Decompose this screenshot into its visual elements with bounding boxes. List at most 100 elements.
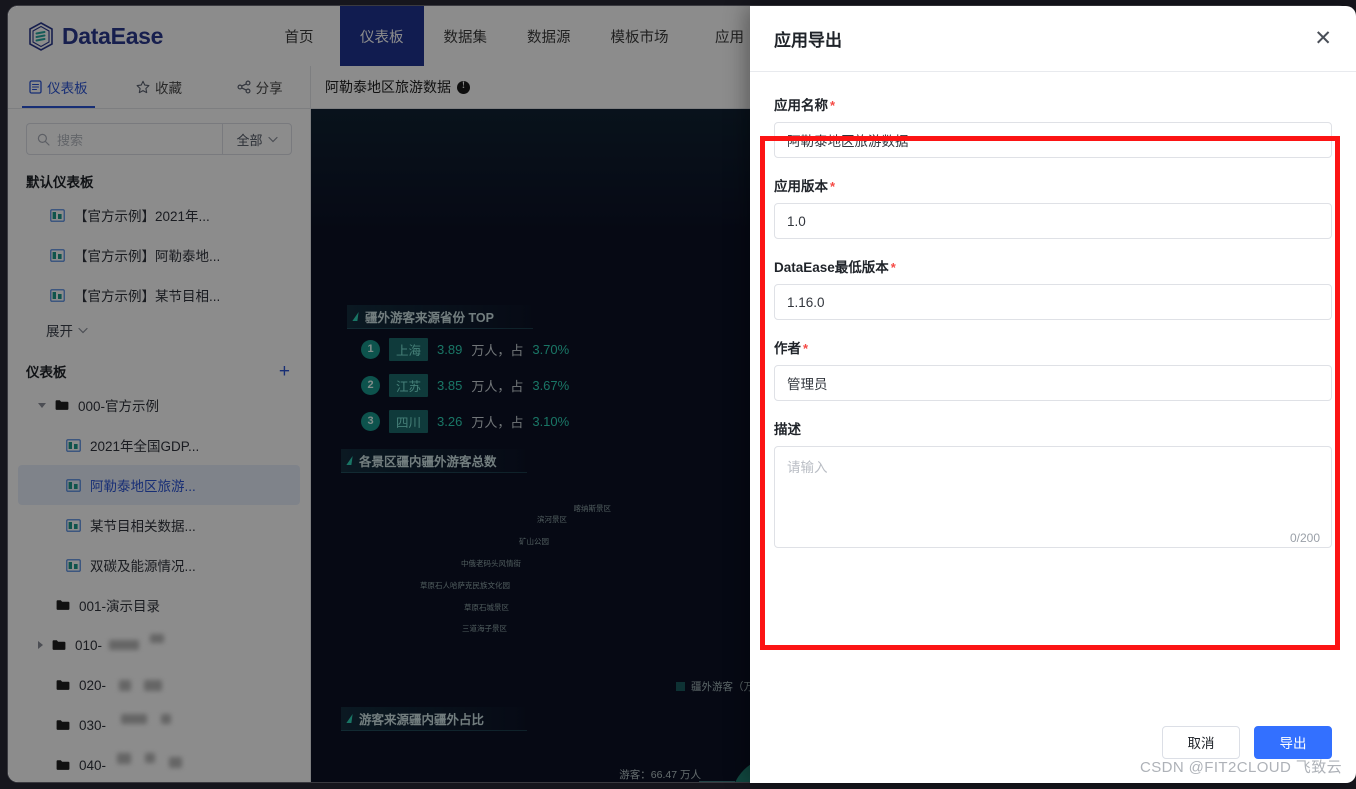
tab-share-label: 分享 (255, 81, 283, 96)
tree-dashboard-gdp[interactable]: 2021年全国GDP... (18, 425, 300, 465)
tree-dashboard-carbon[interactable]: 双碳及能源情况... (18, 545, 300, 585)
list-item: 1 上海 3.89 万人，占 3.70% (361, 331, 569, 367)
tree-folder-010[interactable]: 010- (18, 625, 300, 665)
description-textarea[interactable] (774, 446, 1332, 548)
tab-favorites-label: 收藏 (155, 81, 182, 96)
tree-folder-020[interactable]: 020- (18, 665, 300, 705)
triangle-marker-icon (352, 312, 359, 321)
required-mark: * (890, 260, 896, 275)
redacted-text (161, 714, 172, 724)
tree-item-label: 000-官方示例 (78, 399, 160, 414)
tree-item-label: 040- (79, 757, 107, 773)
bar-label: 喀纳斯景区 (573, 504, 612, 513)
field-label-text: 应用版本 (774, 179, 828, 194)
author-input[interactable] (774, 365, 1332, 401)
list-item[interactable]: 【官方示例】阿勒泰地... (18, 235, 300, 275)
add-dashboard-button[interactable]: + (279, 362, 290, 381)
province-value: 3.85 (437, 377, 463, 393)
nav-tab-template-market[interactable]: 模板市场 (591, 6, 689, 66)
tree-item-label: 010- (75, 637, 103, 653)
province-unit: 万人，占 (471, 378, 524, 394)
expand-label: 展开 (46, 324, 73, 339)
folder-icon (52, 640, 66, 650)
chevron-down-icon (78, 327, 88, 333)
province-pct: 3.67% (532, 377, 570, 393)
description-wrapper: 0/200 (774, 446, 1332, 553)
dashboard-icon (66, 518, 81, 532)
redacted-text (145, 753, 156, 763)
export-button[interactable]: 导出 (1254, 725, 1332, 759)
min-version-input[interactable] (774, 284, 1332, 320)
triangle-marker-icon (346, 456, 353, 465)
expand-toggle[interactable]: 展开 (8, 315, 310, 345)
field-label-text: DataEase最低版本 (774, 260, 889, 275)
bar-label: 草原石城景区 (464, 603, 509, 612)
app-version-input[interactable] (774, 203, 1332, 239)
document-title-bar: 阿勒泰地区旅游数据 ! (311, 66, 470, 108)
search-input[interactable]: 搜索 (26, 123, 222, 155)
dashboard-icon (66, 558, 81, 572)
search-icon (37, 133, 50, 146)
list-item[interactable]: 【官方示例】某节目相... (18, 275, 300, 315)
field-label-text: 应用名称 (774, 98, 828, 113)
nav-tab-dataset[interactable]: 数据集 (424, 6, 508, 66)
top-province-list: 1 上海 3.89 万人，占 3.70% 2 江苏 3.85 万人，占 3.67… (361, 331, 569, 439)
triangle-marker-icon (346, 714, 353, 723)
caret-down-icon[interactable] (38, 402, 46, 408)
tree-dashboard-altay[interactable]: 阿勒泰地区旅游... (18, 465, 300, 505)
nav-tab-dashboard[interactable]: 仪表板 (340, 6, 424, 66)
tree-folder-001[interactable]: 001-演示目录 (18, 585, 300, 625)
redacted-text (144, 679, 163, 691)
list-item: 3 四川 3.26 万人，占 3.10% (361, 403, 569, 439)
province-value: 3.89 (437, 341, 463, 357)
filter-label: 全部 (236, 132, 263, 148)
field-min-dataease-version: DataEase最低版本 * (774, 256, 1332, 320)
cancel-button[interactable]: 取消 (1162, 725, 1240, 759)
tree-dashboard-program[interactable]: 某节目相关数据... (18, 505, 300, 545)
tree-folder-030[interactable]: 030- (18, 705, 300, 745)
list-item[interactable]: 【官方示例】2021年... (18, 195, 300, 235)
redacted-text (169, 756, 183, 768)
tab-dashboard-label: 仪表板 (47, 81, 88, 96)
brand-logo[interactable]: DataEase (8, 6, 258, 66)
chevron-down-icon (267, 136, 278, 142)
folder-icon (56, 720, 70, 730)
folder-icon (55, 400, 69, 410)
info-badge-icon[interactable]: ! (457, 80, 470, 94)
tab-dashboard[interactable]: 仪表板 (8, 66, 109, 108)
panel-header-top-source: 疆外游客来源省份 TOP (347, 305, 533, 329)
tab-favorites[interactable]: 收藏 (109, 66, 210, 108)
tree-folder-040[interactable]: 040- (18, 745, 300, 782)
tab-share[interactable]: 分享 (209, 66, 310, 108)
document-icon (29, 80, 42, 94)
tree-folder-000[interactable]: 000-官方示例 (18, 385, 300, 425)
filter-dropdown[interactable]: 全部 (222, 123, 292, 155)
field-label: DataEase最低版本 * (774, 256, 1332, 276)
panel-header-scenic-total: 各景区疆内疆外游客总数 (341, 449, 527, 473)
field-app-name: 应用名称 * (774, 94, 1332, 158)
document-title: 阿勒泰地区旅游数据 (325, 79, 451, 95)
dashboard-icon (50, 288, 65, 302)
legend-swatch (676, 682, 685, 691)
donut-inside-value: 游客：66.47 万人 (619, 769, 701, 781)
app-name-input[interactable] (774, 122, 1332, 158)
tree-item-label: 某节目相关数据... (90, 519, 196, 534)
list-item: 2 江苏 3.85 万人，占 3.67% (361, 367, 569, 403)
panel-header-source-ratio: 游客来源疆内疆外占比 (341, 707, 527, 731)
rank-badge: 1 (361, 339, 380, 359)
panel-title: 游客来源疆内疆外占比 (359, 713, 485, 727)
redacted-text (121, 714, 148, 724)
redacted-text (109, 640, 140, 650)
required-mark: * (830, 179, 836, 194)
dashboard-icon (50, 248, 65, 262)
dashboards-heading-row: 仪表板 + (8, 345, 310, 385)
nav-tab-home[interactable]: 首页 (258, 6, 340, 66)
province-unit: 万人，占 (471, 342, 524, 358)
rank-badge: 3 (361, 411, 380, 431)
caret-right-icon[interactable] (38, 641, 43, 649)
rank-badge: 2 (361, 375, 380, 395)
nav-tab-datasource[interactable]: 数据源 (507, 6, 591, 66)
field-label-text: 作者 (774, 341, 801, 356)
province-label: 上海 (389, 337, 429, 361)
close-icon[interactable]: ✕ (1314, 28, 1332, 49)
